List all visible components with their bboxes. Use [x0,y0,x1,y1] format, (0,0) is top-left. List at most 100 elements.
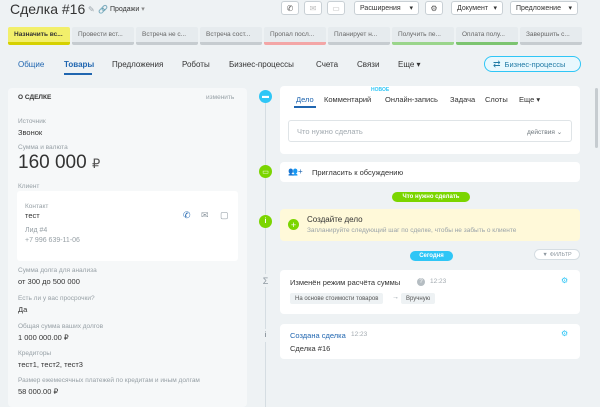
business-processes-label: Бизнес-процессы [504,59,566,69]
editor-tab-more[interactable]: Еще ▾ [519,95,540,104]
tab-business-processes[interactable]: Бизнес-процессы [229,60,294,69]
total-debt-value: 1 000 000.00 ₽ [18,333,69,342]
email-button[interactable]: ✉ [304,1,322,15]
funnel-selector[interactable]: Продажи ▾ [110,5,145,13]
chevron-down-icon: ▾ [493,5,497,12]
overdue-label: Есть ли у вас просрочки? [18,295,95,302]
activity-editor: Дело Комментарий НОВОЕ Онлайн-запись Зад… [280,86,580,154]
deal-title: Сделка #16 [10,1,86,17]
sigma-icon: Σ [259,274,272,287]
help-icon[interactable]: ? [417,278,425,286]
scrollbar-thumb[interactable] [595,88,598,148]
plus-icon: + [288,219,299,230]
tab-robots[interactable]: Роботы [182,60,210,69]
amount-label: Сумма и валюта [18,144,68,151]
flow-icon: ⇄ [493,58,501,69]
tab-links[interactable]: Связи [357,60,379,69]
proposal-label: Предложение [516,4,561,12]
chat-icon[interactable]: ▢ [220,210,229,221]
task-input-placeholder: Что нужно сделать [297,127,363,136]
event-mode-changed: Изменён режим расчёта суммы ? 12:23 ⚙ На… [280,270,580,314]
deal-details-card: О СДЕЛКЕ изменить Источник Звонок Сумма … [8,88,247,407]
stage-8[interactable]: Оплата полу... [456,27,518,45]
chat-bubble-icon: ▬ [259,90,272,103]
document-label: Документ [457,4,489,12]
chevron-down-icon: ▾ [536,95,541,104]
lead-link[interactable]: Лид #4 [25,227,47,234]
total-debt-label: Общая сумма ваших долгов [18,323,104,330]
phone-icon[interactable]: ✆ [183,210,191,221]
contact-name[interactable]: тест [25,211,40,220]
stage-6[interactable]: Планирует н... [328,27,390,45]
tab-proposals[interactable]: Предложения [112,60,163,69]
client-box: Контакт тест ✆ ✉ ▢ Лид #4 +7 996 639-11-… [17,191,238,261]
tab-more[interactable]: Еще ▾ [398,60,421,69]
create-task-title: Создайте дело [307,215,363,224]
editor-tab-todo[interactable]: Задача [450,95,475,104]
stage-9[interactable]: Завершить с... [520,27,582,45]
funnel-icon: ▼ [542,251,548,258]
editor-tab-task[interactable]: Дело [296,95,314,104]
phone-number[interactable]: +7 996 639-11-06 [25,237,80,244]
phone-icon: ✆ [286,3,294,13]
tab-general[interactable]: Общие [18,60,44,69]
debt-value: от 300 до 500 000 [18,277,80,286]
edit-pencil-icon[interactable]: ✎ [88,5,95,14]
monthly-label: Размер ежемесячных платежей по кредитам … [18,377,200,384]
stage-5[interactable]: Пропал посл... [264,27,326,45]
info-icon: i [259,215,272,228]
editor-tab-slots[interactable]: Слоты [485,95,508,104]
event2-body: Сделка #16 [290,344,331,353]
source-label: Источник [18,118,46,125]
filter-button[interactable]: ▼ ФИЛЬТР [534,249,580,260]
edit-link[interactable]: изменить [206,94,234,101]
event1-title: Изменён режим расчёта суммы [290,278,401,287]
stage-3[interactable]: Встреча не с... [136,27,198,45]
phone-button[interactable]: ✆ [281,1,299,15]
task-input[interactable]: Что нужно сделать действия ⌄ [288,120,572,142]
arrow-right-icon: → [392,294,399,301]
tab-products[interactable]: Товары [64,60,94,69]
debt-label: Сумма долга для анализа [18,267,97,274]
invite-label: Пригласить к обсуждению [312,168,404,177]
stage-2[interactable]: Провести вст... [72,27,134,45]
proposal-dropdown[interactable]: Предложение ▾ [510,1,578,15]
create-task-card[interactable]: + Создайте дело Запланируйте следующий ш… [280,209,580,241]
document-dropdown[interactable]: Документ ▾ [451,1,503,15]
robot-icon: ⚙ [561,329,569,338]
actions-label: действия [527,129,555,136]
event2-title[interactable]: Создана сделка [290,331,346,340]
editor-tab-online-booking[interactable]: Онлайн-запись [385,95,438,104]
funnel-label: Продажи [110,6,140,13]
invite-discussion[interactable]: 👥+ Пригласить к обсуждению [280,162,580,182]
chevron-down-icon: ▾ [409,5,413,12]
today-chip: Сегодня [410,251,453,261]
amount-number: 160 000 [18,152,87,173]
settings-button[interactable]: ⚙ [425,1,443,15]
stage-7[interactable]: Получить пе... [392,27,454,45]
info-icon: i [259,329,272,342]
chat-icon: ▭ [259,165,272,178]
envelope-icon[interactable]: ✉ [201,210,209,221]
source-value: Звонок [18,128,43,137]
overdue-value: Да [18,305,28,314]
filter-label: ФИЛЬТР [549,251,572,258]
stage-1[interactable]: Назначить вс... [8,27,70,45]
chat-icon: ▭ [332,3,340,13]
event-deal-created: Создана сделка 12:23 ⚙ Сделка #16 [280,324,580,359]
robot-icon: ⚙ [561,276,569,285]
editor-tab-comment[interactable]: Комментарий [324,95,371,104]
chat-button[interactable]: ▭ [327,1,345,15]
todo-chip: Что нужно сделать [392,192,470,202]
stage-4[interactable]: Встреча сост... [200,27,262,45]
amount-value: 160 000 ₽ [18,152,100,174]
new-badge: НОВОЕ [371,87,390,93]
business-processes-button[interactable]: ⇄ Бизнес-процессы [484,56,581,72]
create-task-subtitle: Запланируйте следующий шаг по сделке, чт… [307,227,517,234]
monthly-value: 58 000.00 ₽ [18,387,59,396]
copy-link-icon[interactable]: 🔗 [98,5,108,14]
extensions-dropdown[interactable]: Расширения ▾ [354,1,419,15]
actions-dropdown[interactable]: действия ⌄ [527,128,562,136]
tab-invoices[interactable]: Счета [316,60,338,69]
timeline-line [265,95,266,407]
